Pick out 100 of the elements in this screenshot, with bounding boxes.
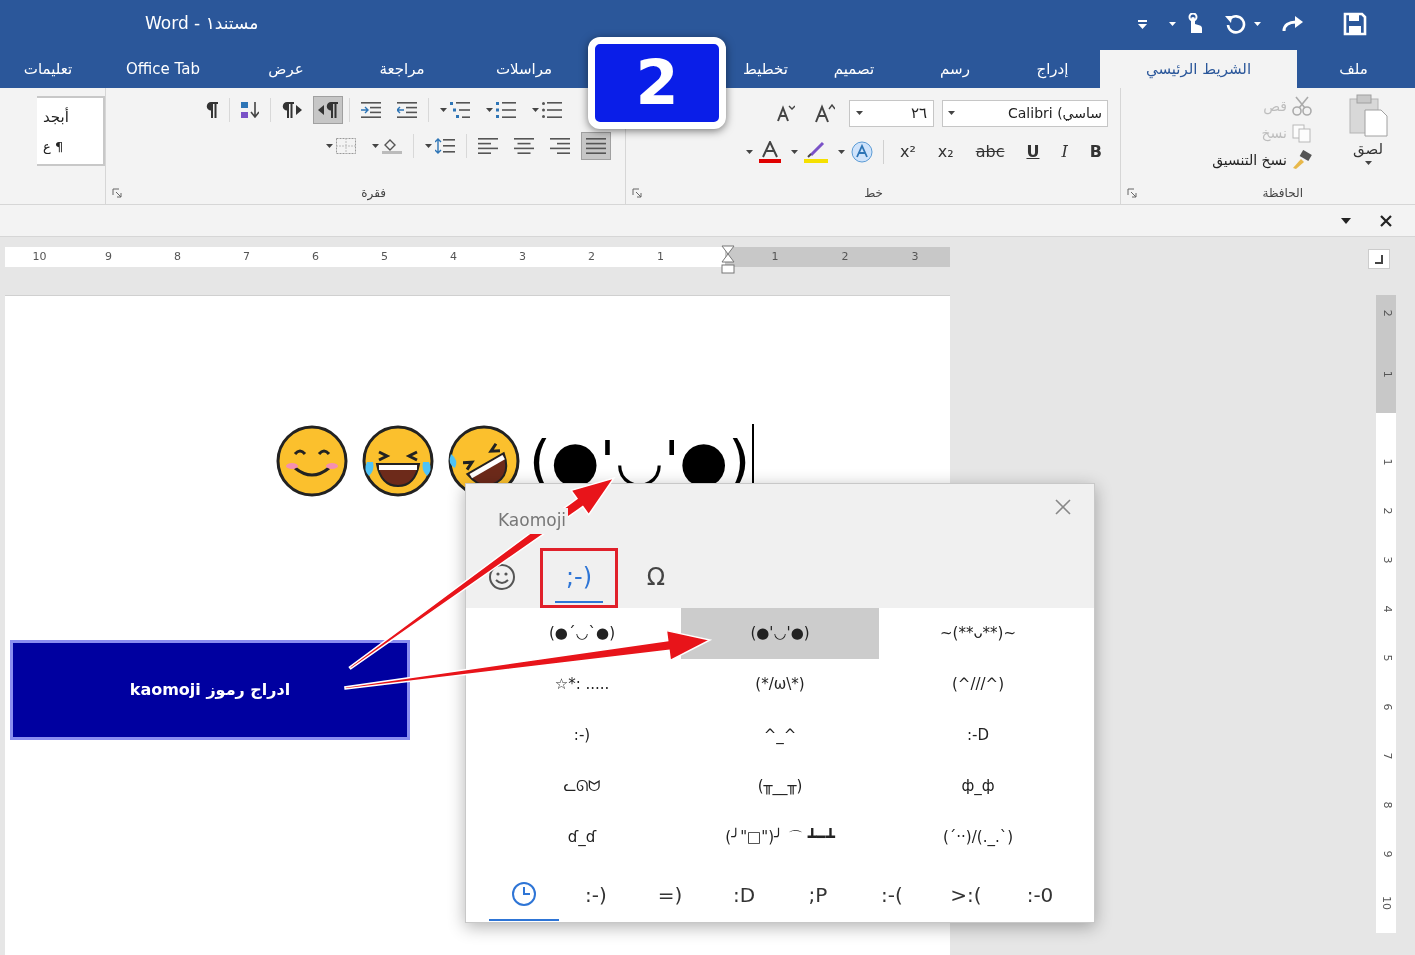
format-button[interactable]: abc [969,140,1011,164]
ruler-number: 1 [1379,370,1395,378]
grow-font-icon [815,103,835,123]
caret-icon [1169,21,1176,27]
category-tab[interactable]: Ω [632,552,680,603]
caret-icon [425,143,432,149]
text-effects-icon [850,141,873,163]
format-button[interactable]: U [1020,140,1046,164]
save-button[interactable] [1343,12,1367,36]
ruler-number: 9 [1379,850,1393,858]
emoticon-button[interactable]: >:( [929,869,1003,921]
touch-mode-button[interactable] [1169,13,1204,35]
numbered-list-icon [496,102,516,118]
format-button[interactable]: x² [893,140,922,164]
customize-toolbar-button[interactable] [1135,19,1149,29]
ruler-number: 3 [911,248,919,265]
align-right-icon [550,138,570,154]
caret-icon [856,110,863,116]
dialog-launcher-icon [1127,188,1137,198]
font-name-field[interactable]: Calibri (ساسي [942,99,1108,127]
smiling-face-icon [275,424,349,498]
ruler-number: 8 [1379,801,1393,809]
ruler-number: 10 [32,248,47,265]
font-color-button[interactable] [745,141,781,163]
ruler-number: 6 [1379,703,1393,711]
justify-button[interactable] [581,132,611,160]
ruler-toggle-button[interactable] [1368,249,1390,269]
dialog-launcher-icon [112,188,122,198]
emoticon-button[interactable]: :D [707,869,781,921]
panel-title: Kaomoji [496,508,569,534]
ruler-number: 2 [1379,309,1395,317]
emoticon-button[interactable]: :-( [855,869,929,921]
right-to-left-button[interactable] [313,96,343,124]
caret-icon [1137,23,1147,29]
pilcrow-icon [206,102,218,118]
group-label: خط [864,185,883,202]
caret-icon [1364,160,1372,166]
text-effects-button[interactable] [837,141,873,163]
decrease-indent-icon [397,102,417,118]
ruler-number: 5 [1379,654,1393,662]
emoticon-button[interactable]: =) [633,869,707,921]
ruler-number: 3 [1379,556,1393,564]
window-title: Word - مستند١ [145,12,259,36]
bullets-icon [542,102,562,118]
ruler-number: 2 [841,248,849,265]
kaomoji-item[interactable]: (●'◡'●) [681,608,879,659]
undo-button[interactable] [1224,13,1261,35]
caret-icon [486,107,493,113]
ruler-number: 1 [771,248,779,265]
close-icon [1055,499,1071,515]
style-preview[interactable]: أبجد ¶ ع [37,96,105,166]
caret-icon [1254,21,1261,27]
laughing-face-icon [361,424,435,498]
font-color-icon [758,141,781,163]
ruler-number: 10 [1379,896,1393,910]
group-label: الحافظة [1262,185,1303,202]
step-badge: 2 [588,37,726,129]
multilevel-list-icon [450,102,470,118]
copy-icon [1291,123,1313,143]
ruler-number: 7 [1379,752,1393,760]
tab-stop-icon [1374,254,1384,264]
caret-icon [1341,217,1351,224]
paste-button[interactable]: لصق [1343,94,1393,182]
caret-icon [440,107,447,113]
justify-icon [586,138,606,154]
paintbrush-icon [1291,150,1313,170]
ruler-number: 5 [381,248,388,265]
ruler-number: 6 [312,248,319,265]
ruler-number: 1 [657,248,664,265]
clock-icon [510,880,538,908]
format-button[interactable]: I [1055,140,1074,164]
scissors-icon [1291,96,1313,116]
caret-icon [745,149,753,155]
redo-icon [1281,14,1305,34]
emoticon-button[interactable]: ;P [781,869,855,921]
highlight-button[interactable] [790,141,828,163]
smiley-icon [487,561,517,592]
ruler-number: 4 [1379,605,1393,613]
left-to-right-icon [282,102,302,118]
ribbon-tab[interactable]: الشريط الرئيسي [1100,50,1297,88]
format-button[interactable]: B [1083,140,1108,164]
format-button[interactable]: x₂ [931,140,960,164]
paint-bucket-icon [382,138,402,154]
dialog-launcher-icon [632,188,642,198]
category-tab[interactable]: ;-) [555,552,603,603]
ruler-number: 7 [243,248,250,265]
redo-button[interactable] [1281,14,1305,34]
right-to-left-icon [318,102,338,118]
emoticon-button[interactable]: :-) [559,869,633,921]
clipboard-icon [1347,94,1389,138]
emoticon-button[interactable]: :-0 [1003,869,1077,921]
sort-icon [241,102,259,118]
ruler-number: 2 [1379,507,1393,515]
align-left-icon [478,138,498,154]
font-size-field[interactable]: ٢٦ [849,99,934,127]
format-painter-button[interactable]: نسخ التنسيق [1212,148,1313,172]
close-icon [1380,214,1392,227]
caret-icon [326,143,333,149]
ruler-number: 8 [174,248,181,265]
callout-text: ادراج رموز kaomoji [129,679,291,701]
